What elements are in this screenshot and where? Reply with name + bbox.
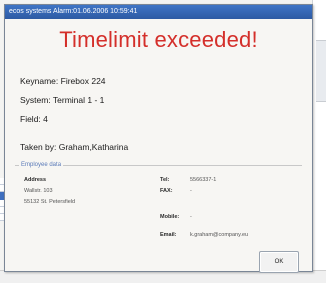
alarm-headline: Timelimit exceeded!	[59, 27, 258, 52]
alarm-dialog: ecos systems Alarm:01.06.2006 10:59:41 T…	[4, 4, 313, 273]
system-text: System: Terminal 1 - 1	[20, 95, 105, 105]
employee-data-title: Employee data	[19, 161, 64, 169]
fax-value: -	[190, 188, 192, 194]
field-text: Field: 4	[20, 114, 48, 124]
tel-label: Tel:	[160, 177, 170, 183]
address-label: Address	[24, 177, 47, 183]
mobile-label: Mobile:	[160, 214, 180, 220]
taken-by-text: Taken by: Graham,Katharina	[20, 142, 129, 152]
fax-label: FAX:	[160, 188, 173, 194]
address-line2: 55132 St. Petersfield	[24, 199, 76, 205]
background-scrollbar	[316, 40, 326, 102]
address-line1: Wallstr. 103	[24, 188, 53, 194]
keyname-text: Keyname: Firebox 224	[20, 76, 106, 86]
tel-value: 5566337-1	[190, 177, 217, 183]
mobile-value: -	[190, 214, 192, 220]
ok-button[interactable]: OK	[259, 251, 299, 273]
employee-data-group: Employee data Address Wallstr. 103 55132…	[15, 161, 302, 244]
email-value: k.graham@company.eu	[190, 232, 249, 238]
dialog-title: ecos systems Alarm:01.06.2006 10:59:41	[5, 5, 312, 19]
email-label: Email:	[160, 232, 177, 238]
